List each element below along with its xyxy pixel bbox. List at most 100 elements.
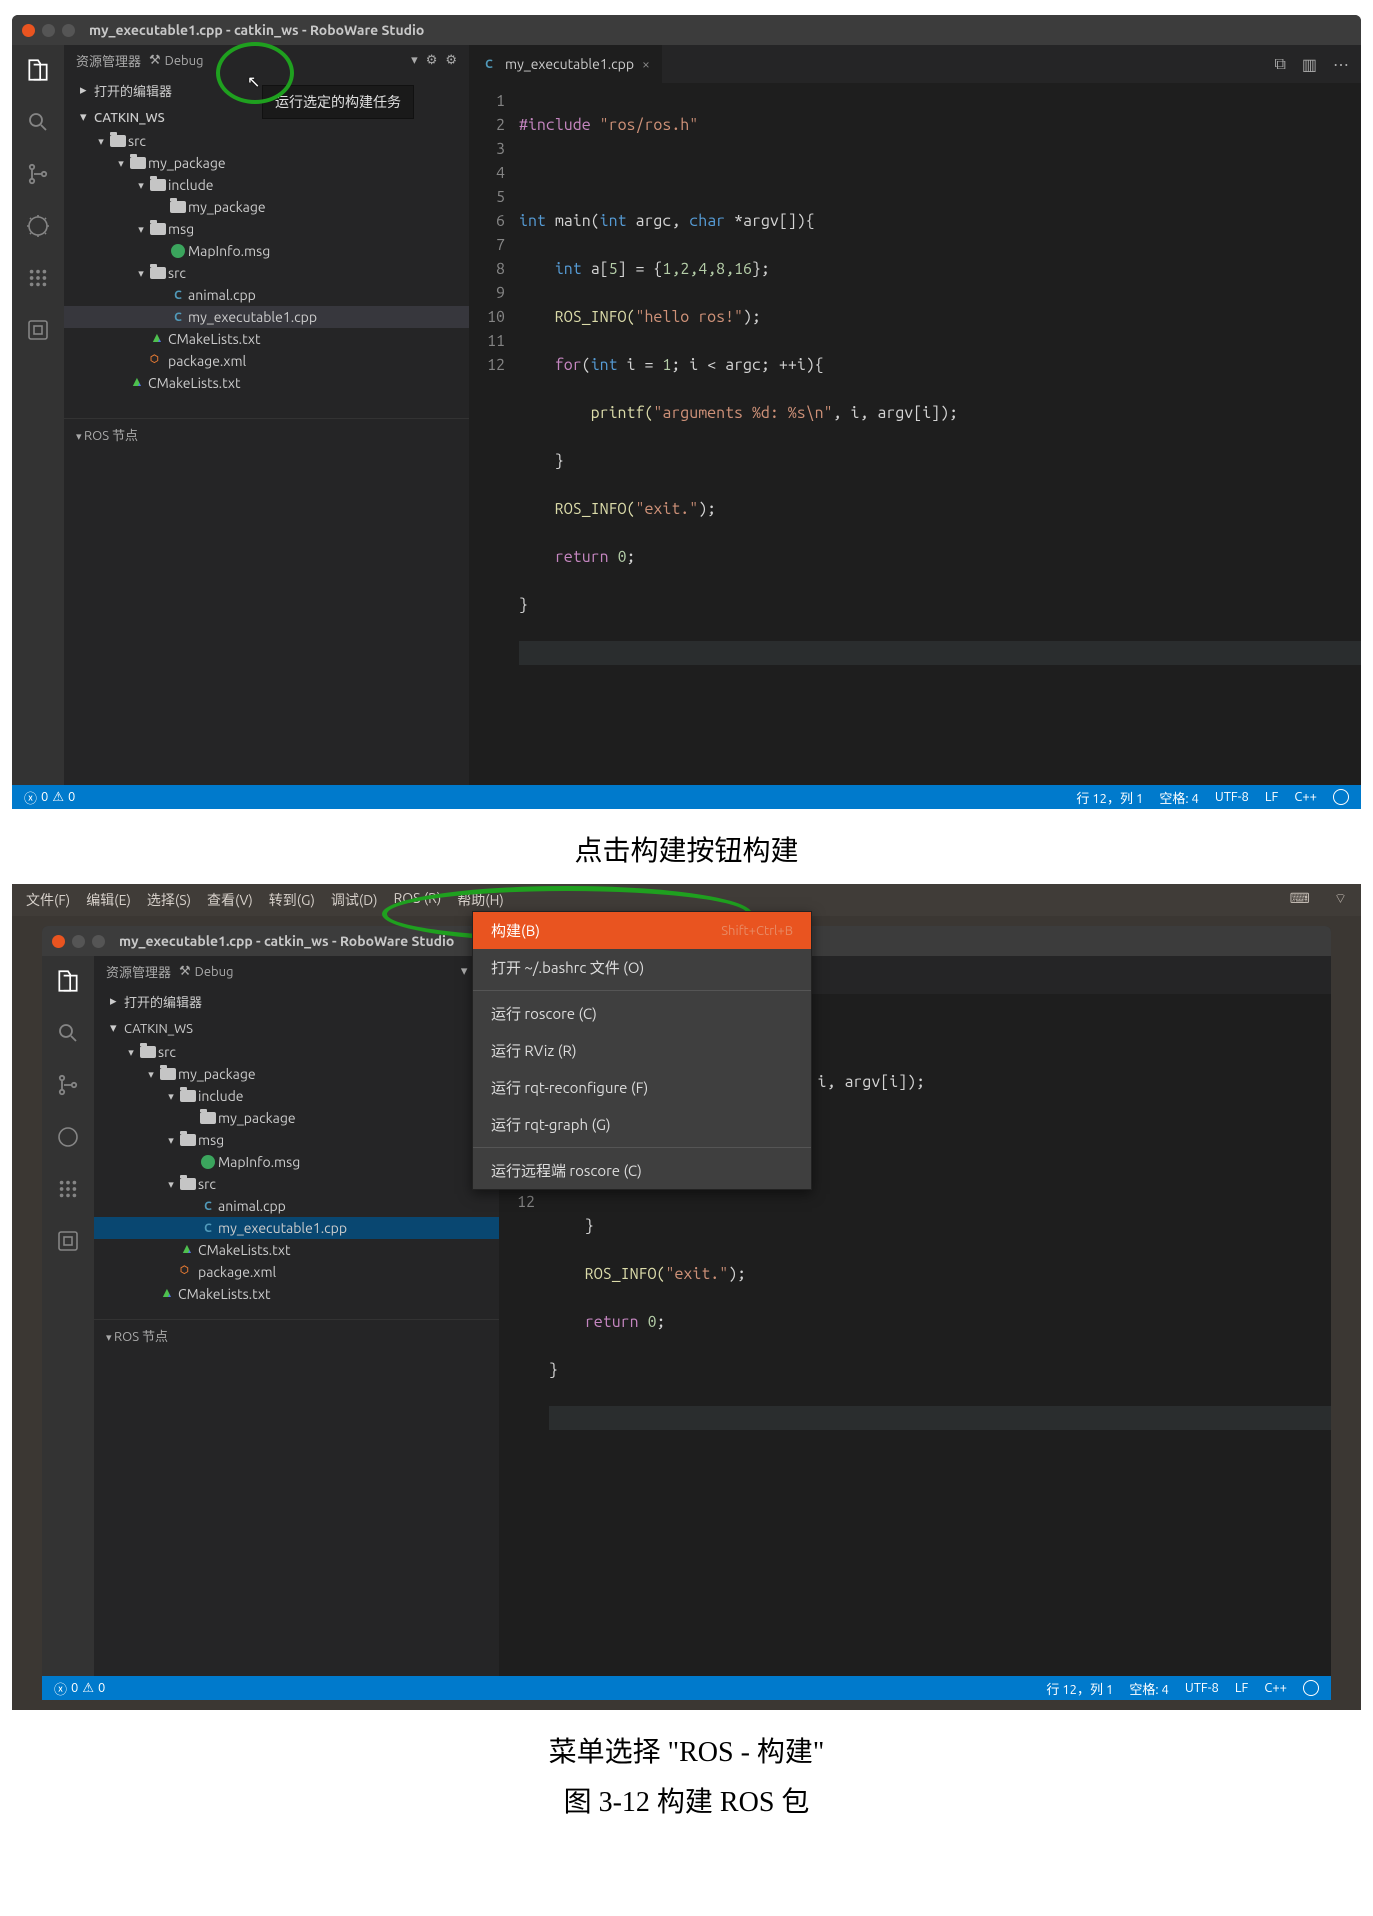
- menu-item-remote-roscore[interactable]: 运行远程端 roscore (C): [473, 1152, 811, 1189]
- keyboard-icon[interactable]: ⌨: [1284, 888, 1316, 912]
- sidebar-header-2: 资源管理器 ⚒ Debug ▾ ⚙: [94, 956, 499, 987]
- tree-file-package-xml[interactable]: ⬡package.xml: [64, 350, 469, 372]
- encoding[interactable]: UTF-8: [1185, 1681, 1219, 1695]
- tree-file-cmake-root[interactable]: CMakeLists.txt: [94, 1283, 499, 1305]
- tree-file-mapinfo[interactable]: MapInfo.msg: [64, 240, 469, 262]
- menu-item-rqt-graph[interactable]: 运行 rqt-graph (G): [473, 1106, 811, 1143]
- tree-file-animal[interactable]: Canimal.cpp: [94, 1195, 499, 1217]
- language-mode[interactable]: C++: [1294, 790, 1317, 804]
- line-col[interactable]: 行 12，列 1: [1076, 788, 1143, 807]
- close-window-icon[interactable]: [52, 935, 65, 948]
- errors-icon[interactable]: ⓧ: [54, 1679, 67, 1698]
- menu-item-open-bashrc[interactable]: 打开 ~/.bashrc 文件 (O): [473, 949, 811, 986]
- warnings-icon[interactable]: ⚠: [52, 790, 64, 805]
- minimize-window-icon[interactable]: [42, 24, 55, 37]
- ros-nodes-section[interactable]: ▾ ROS 节点: [64, 418, 469, 450]
- errors-icon[interactable]: ⓧ: [24, 788, 37, 807]
- figure-label: 图 3-12 构建 ROS 包: [0, 1780, 1373, 1820]
- tree-file-cmake-pkg[interactable]: CMakeLists.txt: [94, 1239, 499, 1261]
- build-config-text: Debug: [165, 54, 411, 68]
- tree-folder-msg[interactable]: ▾msg: [64, 218, 469, 240]
- tree-folder-my-package[interactable]: ▾my_package: [64, 152, 469, 174]
- tree-folder-src[interactable]: ▾src: [64, 130, 469, 152]
- tree-file-animal[interactable]: Canimal.cpp: [64, 284, 469, 306]
- extensions-icon[interactable]: [25, 265, 51, 291]
- explorer-icon[interactable]: [25, 57, 51, 83]
- warnings-icon[interactable]: ⚠: [82, 1681, 94, 1696]
- menu-ros[interactable]: ROS (R): [388, 888, 448, 912]
- layout-icon[interactable]: ▥: [1302, 55, 1317, 74]
- feedback-icon[interactable]: [1333, 789, 1349, 805]
- eol[interactable]: LF: [1265, 790, 1278, 804]
- tree-folder-src2[interactable]: ▾src: [94, 1173, 499, 1195]
- tree-file-my-exec[interactable]: Cmy_executable1.cpp: [64, 306, 469, 328]
- ros-icon[interactable]: [25, 317, 51, 343]
- maximize-window-icon[interactable]: [92, 935, 105, 948]
- git-icon[interactable]: [55, 1072, 81, 1098]
- close-tab-icon[interactable]: ×: [642, 56, 650, 72]
- build-config-select[interactable]: ⚒ Debug ▾: [179, 964, 467, 979]
- chevron-down-icon: ▾: [461, 964, 468, 979]
- wifi-icon[interactable]: ⌔: [1328, 888, 1353, 912]
- gear-icon-2[interactable]: ⚙: [445, 53, 457, 68]
- menu-item-rqt-reconfigure[interactable]: 运行 rqt-reconfigure (F): [473, 1069, 811, 1106]
- line-col[interactable]: 行 12，列 1: [1046, 1679, 1113, 1698]
- tree-folder-include-pkg[interactable]: my_package: [94, 1107, 499, 1129]
- tree-folder-src2[interactable]: ▾src: [64, 262, 469, 284]
- tree-file-cmake-pkg[interactable]: CMakeLists.txt: [64, 328, 469, 350]
- file-tree: ▸打开的编辑器 ▾CATKIN_WS ▾src ▾my_package ▾inc…: [64, 76, 469, 418]
- menu-item-rviz[interactable]: 运行 RViz (R): [473, 1032, 811, 1069]
- ide-window: my_executable1.cpp - catkin_ws - RoboWar…: [12, 15, 1361, 809]
- opened-editors-section[interactable]: ▸打开的编辑器: [94, 987, 499, 1016]
- tree-folder-include-pkg[interactable]: my_package: [64, 196, 469, 218]
- menu-help[interactable]: 帮助(H): [451, 888, 510, 912]
- feedback-icon[interactable]: [1303, 1680, 1319, 1696]
- ros-icon[interactable]: [55, 1228, 81, 1254]
- git-icon[interactable]: [25, 161, 51, 187]
- window-controls[interactable]: [52, 935, 105, 948]
- search-icon[interactable]: [55, 1020, 81, 1046]
- menu-item-build[interactable]: 构建(B)Shift+Ctrl+B: [473, 912, 811, 949]
- code-editor[interactable]: 123456789101112 #include "ros/ros.h" int…: [469, 83, 1361, 785]
- tree-folder-include[interactable]: ▾include: [64, 174, 469, 196]
- debug-icon[interactable]: [55, 1124, 81, 1150]
- debug-icon[interactable]: [25, 213, 51, 239]
- language-mode[interactable]: C++: [1264, 1681, 1287, 1695]
- menu-goto[interactable]: 转到(G): [263, 888, 321, 912]
- tree-file-my-exec[interactable]: Cmy_executable1.cpp: [94, 1217, 499, 1239]
- tree-folder-src[interactable]: ▾src: [94, 1041, 499, 1063]
- menu-file[interactable]: 文件(F): [20, 888, 76, 912]
- search-icon[interactable]: [25, 109, 51, 135]
- eol[interactable]: LF: [1235, 1681, 1248, 1695]
- ros-nodes-section[interactable]: ▾ ROS 节点: [94, 1319, 499, 1351]
- tree-folder-msg[interactable]: ▾msg: [94, 1129, 499, 1151]
- more-icon[interactable]: ⋯: [1333, 55, 1349, 74]
- tree-folder-include[interactable]: ▾include: [94, 1085, 499, 1107]
- maximize-window-icon[interactable]: [62, 24, 75, 37]
- workspace-section[interactable]: ▾CATKIN_WS: [94, 1016, 499, 1041]
- menu-view[interactable]: 查看(V): [201, 888, 259, 912]
- menu-debug[interactable]: 调试(D): [325, 888, 384, 912]
- close-window-icon[interactable]: [22, 24, 35, 37]
- cmake-icon: [130, 375, 146, 391]
- encoding[interactable]: UTF-8: [1215, 790, 1249, 804]
- tab-my-executable[interactable]: C my_executable1.cpp ×: [469, 45, 663, 83]
- tree-file-cmake-root[interactable]: CMakeLists.txt: [64, 372, 469, 394]
- extensions-icon[interactable]: [55, 1176, 81, 1202]
- tree-file-mapinfo[interactable]: MapInfo.msg: [94, 1151, 499, 1173]
- build-icon: ⚒: [179, 964, 191, 979]
- split-editor-icon[interactable]: ⧉: [1274, 55, 1285, 74]
- menu-edit[interactable]: 编辑(E): [80, 888, 137, 912]
- menu-select[interactable]: 选择(S): [141, 888, 197, 912]
- tree-file-package-xml[interactable]: ⬡package.xml: [94, 1261, 499, 1283]
- tree-folder-my-package[interactable]: ▾my_package: [94, 1063, 499, 1085]
- sidebar-header: 资源管理器 ⚒ Debug ▾ ⚙ ⚙: [64, 45, 469, 76]
- window-controls[interactable]: [22, 24, 75, 37]
- explorer-icon[interactable]: [55, 968, 81, 994]
- minimize-window-icon[interactable]: [72, 935, 85, 948]
- menu-item-roscore[interactable]: 运行 roscore (C): [473, 995, 811, 1032]
- indentation[interactable]: 空格: 4: [1129, 1679, 1169, 1698]
- gear-icon[interactable]: ⚙: [426, 53, 438, 68]
- build-config-select[interactable]: ⚒ Debug ▾: [149, 53, 418, 68]
- indentation[interactable]: 空格: 4: [1159, 788, 1199, 807]
